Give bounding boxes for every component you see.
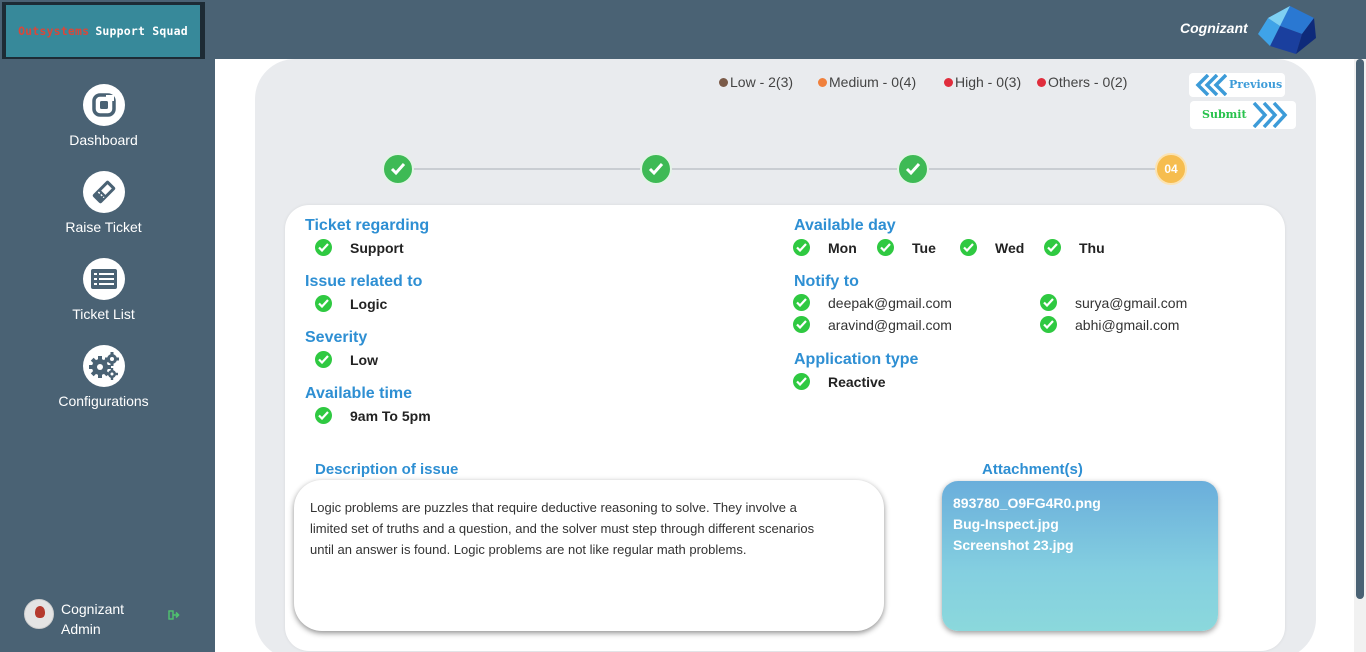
brand-text-1: Outsystems [18, 24, 90, 38]
legend-high: High - 0(3) [944, 74, 1021, 90]
submit-button[interactable]: Submit [1190, 101, 1296, 129]
sidebar-label-configurations: Configurations [58, 393, 149, 409]
issue-related-value: Logic [315, 295, 387, 312]
severity-label: Severity [305, 329, 368, 346]
brand-text-2: Support Squad [95, 24, 188, 38]
cognizant-logo-icon [1258, 6, 1316, 54]
attachments-box: 893780_O9FG4R0.png Bug-Inspect.jpg Scree… [942, 481, 1218, 631]
sidebar-item-ticket-list[interactable]: Ticket List [0, 258, 207, 322]
legend-medium: Medium - 0(4) [818, 74, 916, 90]
available-time-label: Available time [305, 385, 413, 402]
gears-icon [82, 345, 125, 387]
list-icon [82, 258, 125, 300]
description-line-3: until an answer is found. Logic problems… [310, 542, 747, 557]
main-content: Low - 2(3) Medium - 0(4) High - 0(3) Oth… [215, 59, 1354, 652]
check-icon [905, 163, 921, 176]
available-time-value: 9am To 5pm [315, 407, 431, 424]
check-icon [793, 373, 810, 390]
check-icon [315, 295, 332, 312]
available-day-label: Available day [794, 217, 896, 234]
ticket-regarding-value: Support [315, 239, 404, 256]
notify-email-3: aravind@gmail.com [793, 316, 952, 333]
sidebar-item-dashboard[interactable]: Dashboard [0, 84, 207, 148]
day-tue: Tue [877, 239, 936, 256]
description-line-1: Logic problems are puzzles that require … [310, 500, 797, 515]
day-wed: Wed [960, 239, 1024, 256]
legend-others: Others - 0(2) [1037, 74, 1127, 90]
logout-icon[interactable] [168, 609, 180, 624]
step-1-complete [382, 153, 414, 185]
severity-value: Low [315, 351, 378, 368]
user-name: Cognizant [61, 601, 125, 617]
low-dot-icon [719, 78, 728, 87]
brand-logo[interactable]: Outsystems Support Squad [2, 2, 205, 62]
check-icon [793, 316, 810, 333]
check-icon [793, 239, 810, 256]
legend-low: Low - 2(3) [719, 74, 793, 90]
sidebar-label-raise-ticket: Raise Ticket [65, 219, 142, 235]
ticket-panel: Low - 2(3) Medium - 0(4) High - 0(3) Oth… [255, 59, 1316, 652]
check-icon [315, 351, 332, 368]
check-icon [648, 163, 664, 176]
top-bar: Outsystems Support Squad Cognizant [0, 0, 1366, 62]
application-type-value: Reactive [793, 373, 886, 390]
previous-button[interactable]: Previous [1189, 73, 1285, 97]
stepper-line [399, 168, 1172, 170]
notify-email-1: deepak@gmail.com [793, 294, 952, 311]
ticket-summary-card: Ticket regarding Support Issue related t… [285, 205, 1285, 651]
attachment-file-3[interactable]: Screenshot 23.jpg [953, 535, 1207, 556]
avatar [24, 599, 54, 629]
attachments-label: Attachment(s) [982, 461, 1083, 478]
ticket-regarding-label: Ticket regarding [305, 217, 430, 234]
check-icon [315, 239, 332, 256]
check-icon [877, 239, 894, 256]
user-profile[interactable]: Cognizant Admin [24, 599, 214, 649]
sidebar: Dashboard Raise Ticket Ticket List Confi… [0, 59, 215, 652]
notify-email-2: surya@gmail.com [1040, 294, 1187, 311]
previous-label: Previous [1229, 78, 1283, 91]
double-chevron-right-icon [1252, 102, 1288, 128]
check-icon [390, 163, 406, 176]
sidebar-item-configurations[interactable]: Configurations [0, 345, 207, 409]
day-mon: Mon [793, 239, 857, 256]
check-icon [793, 294, 810, 311]
double-chevron-left-icon [1195, 74, 1227, 96]
application-type-label: Application type [794, 351, 919, 368]
submit-label: Submit [1202, 108, 1247, 121]
scrollbar[interactable] [1354, 59, 1366, 652]
attachment-file-2[interactable]: Bug-Inspect.jpg [953, 514, 1207, 535]
step-2-complete [640, 153, 672, 185]
dashboard-icon [82, 84, 125, 126]
sidebar-item-raise-ticket[interactable]: Raise Ticket [0, 171, 207, 235]
issue-related-label: Issue related to [305, 273, 423, 290]
description-line-2: limited set of truths and a question, an… [310, 521, 815, 536]
step-4-current: 04 [1155, 153, 1187, 185]
notify-email-4: abhi@gmail.com [1040, 316, 1179, 333]
company-name: Cognizant [1180, 20, 1248, 36]
step-3-complete [897, 153, 929, 185]
scrollbar-thumb[interactable] [1356, 59, 1364, 599]
ticket-icon [82, 171, 125, 213]
description-label: Description of issue [315, 461, 459, 478]
medium-dot-icon [818, 78, 827, 87]
check-icon [960, 239, 977, 256]
others-dot-icon [1037, 78, 1046, 87]
high-dot-icon [944, 78, 953, 87]
notify-to-label: Notify to [794, 273, 859, 290]
description-textarea[interactable]: Logic problems are puzzles that require … [294, 480, 884, 631]
user-role: Admin [61, 621, 101, 637]
sidebar-label-dashboard: Dashboard [69, 132, 138, 148]
check-icon [1044, 239, 1061, 256]
check-icon [1040, 316, 1057, 333]
sidebar-label-ticket-list: Ticket List [72, 306, 135, 322]
day-thu: Thu [1044, 239, 1105, 256]
check-icon [315, 407, 332, 424]
attachment-file-1[interactable]: 893780_O9FG4R0.png [953, 493, 1207, 514]
check-icon [1040, 294, 1057, 311]
